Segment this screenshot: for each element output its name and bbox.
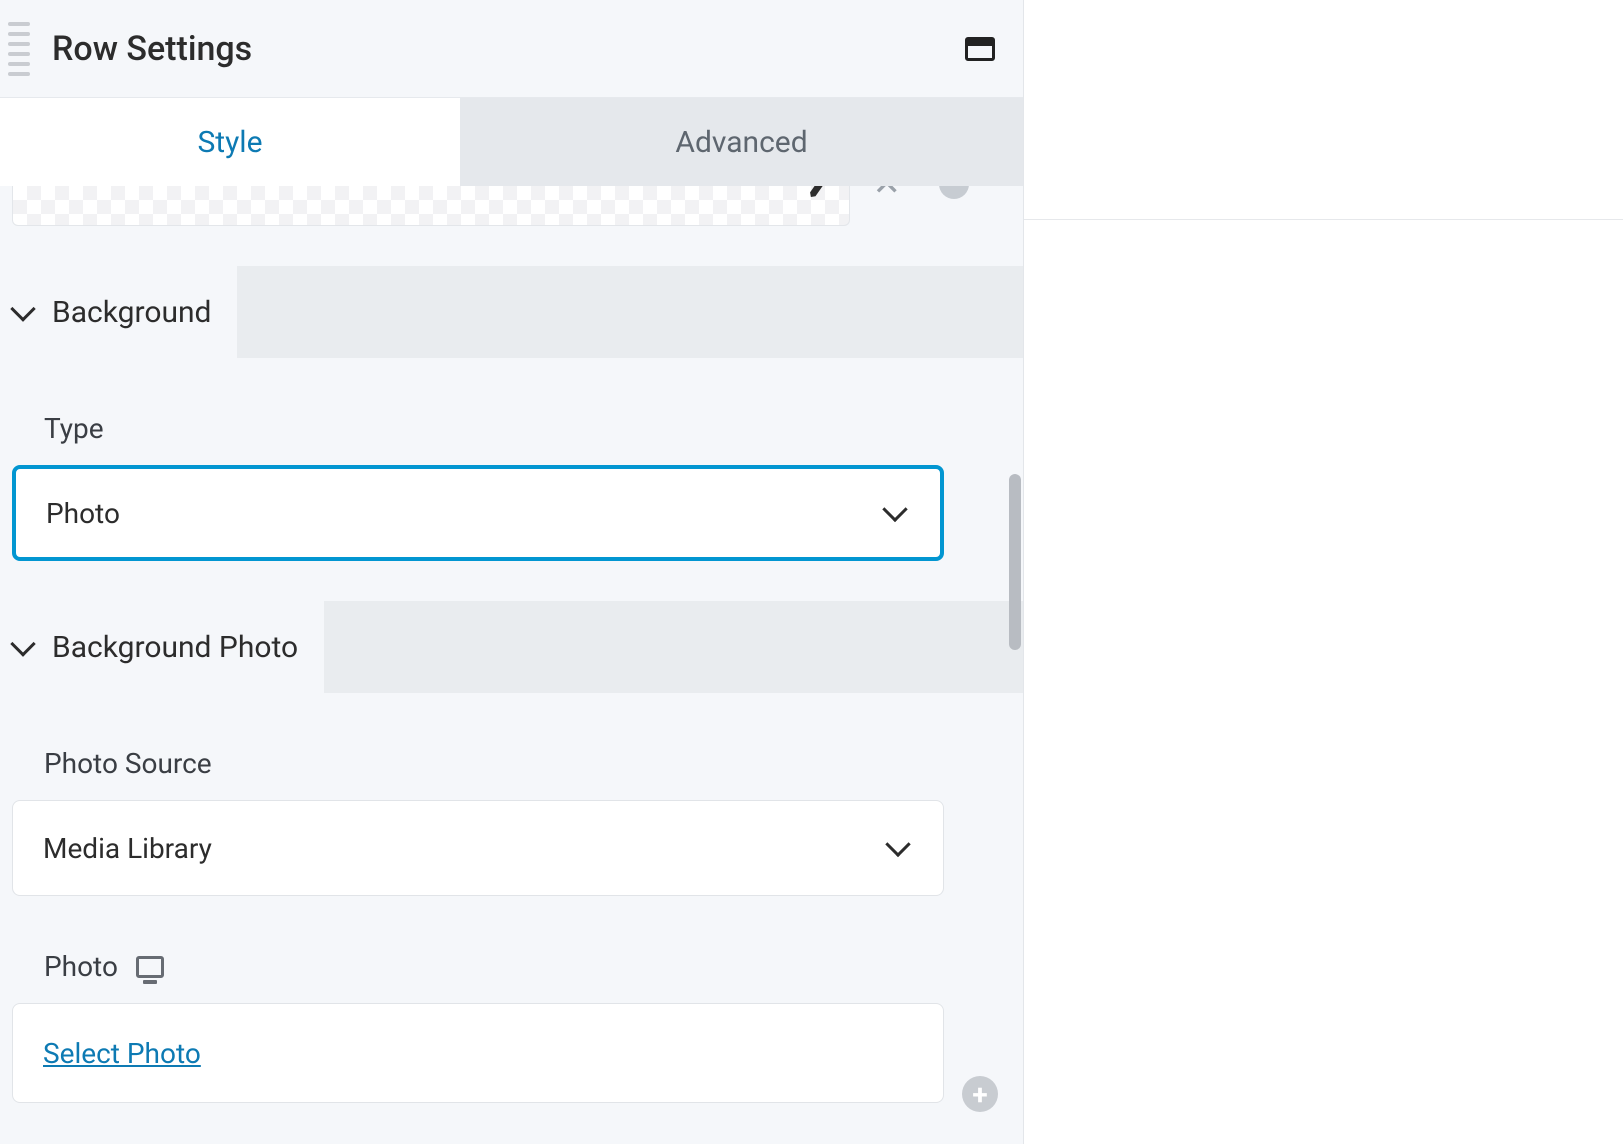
scrollbar[interactable] <box>1009 280 1021 920</box>
panel-title: Row Settings <box>44 29 965 69</box>
chevron-down-icon <box>10 631 35 656</box>
pencil-icon <box>802 186 837 201</box>
add-icon[interactable]: + <box>962 1076 998 1112</box>
tab-advanced[interactable]: Advanced <box>460 98 1023 186</box>
chevron-down-icon <box>10 296 35 321</box>
settings-panel: Row Settings Style Advanced ✕ <box>0 0 1024 1144</box>
select-background-type[interactable]: Photo <box>12 465 944 561</box>
select-photo-source[interactable]: Media Library <box>12 800 944 896</box>
color-transparency-preview[interactable]: ✕ <box>12 186 850 226</box>
section-background: Background Type Photo <box>0 266 1023 561</box>
select-background-type-value: Photo <box>46 497 120 530</box>
chevron-down-icon <box>885 832 910 857</box>
label-type: Type <box>44 412 979 445</box>
section-background-photo: Background Photo Photo Source Media Libr… <box>0 601 1023 1103</box>
panel-header: Row Settings <box>0 0 1023 98</box>
scrollbar-thumb[interactable] <box>1009 474 1021 650</box>
desktop-icon[interactable] <box>136 956 164 978</box>
panel-body: ✕ Background Type Photo <box>0 186 1023 1144</box>
select-photo-source-value: Media Library <box>43 832 212 865</box>
chevron-down-icon <box>882 497 907 522</box>
label-photo: Photo <box>44 950 979 983</box>
window-icon[interactable] <box>965 37 995 61</box>
close-icon[interactable]: ✕ <box>873 186 902 204</box>
label-photo-source: Photo Source <box>44 747 979 780</box>
select-photo-link[interactable]: Select Photo <box>43 1037 201 1070</box>
drag-handle-icon[interactable] <box>8 22 30 76</box>
section-title-background: Background <box>52 295 211 330</box>
section-heading-background[interactable]: Background <box>0 266 1023 358</box>
select-photo-box[interactable]: Select Photo <box>12 1003 944 1103</box>
tab-style[interactable]: Style <box>0 98 460 186</box>
tab-bar: Style Advanced <box>0 98 1023 186</box>
canvas-area <box>1024 0 1623 220</box>
section-heading-background-photo[interactable]: Background Photo <box>0 601 1023 693</box>
section-title-background-photo: Background Photo <box>52 630 298 665</box>
circle-icon <box>939 186 969 199</box>
